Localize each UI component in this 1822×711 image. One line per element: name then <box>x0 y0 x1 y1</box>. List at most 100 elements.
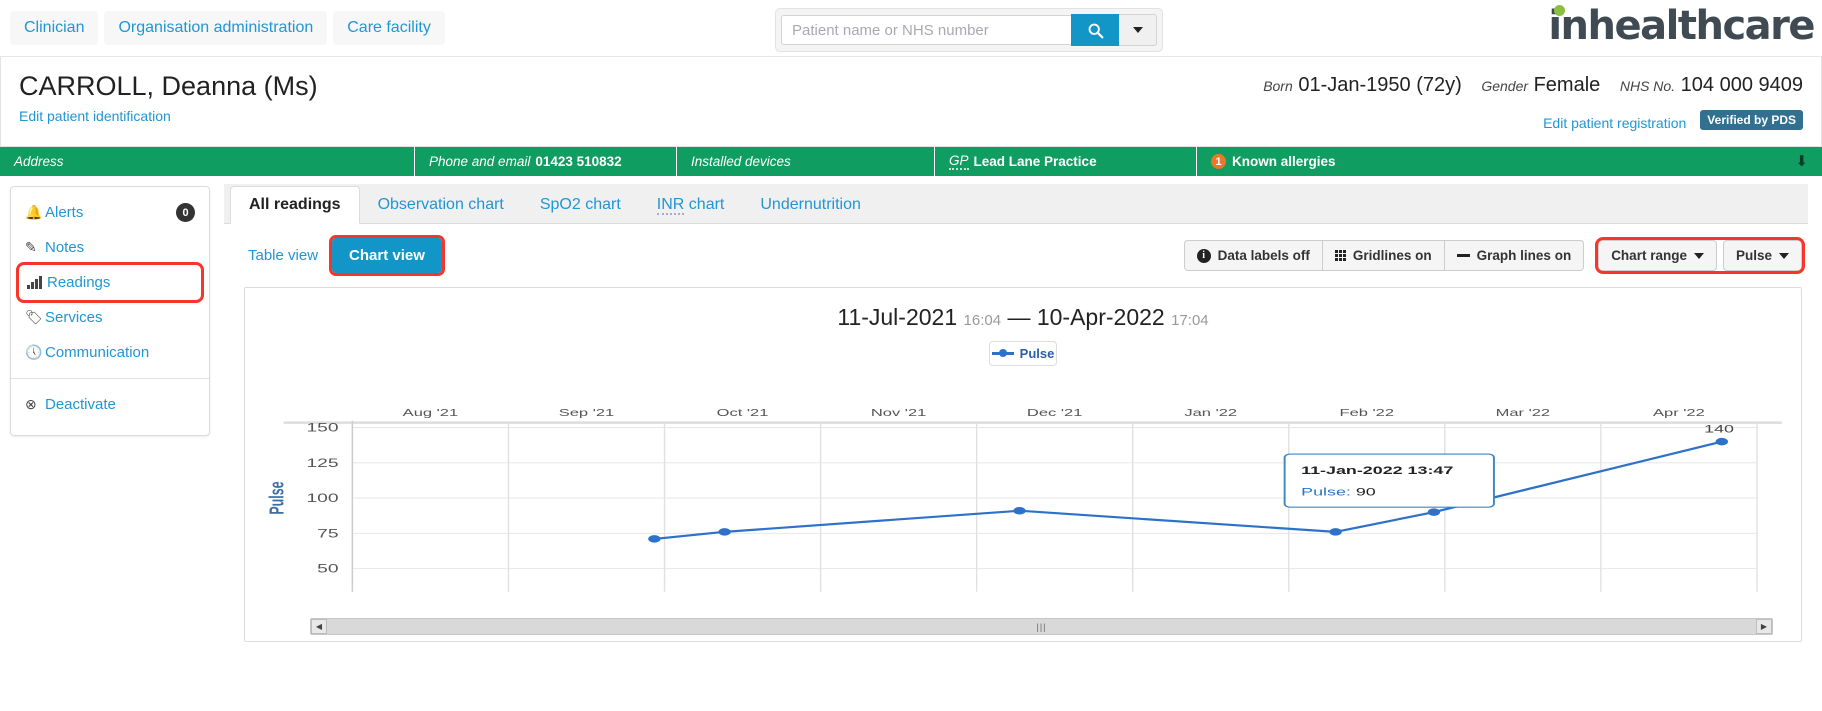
y-axis-tick-label: 150 <box>306 422 338 434</box>
chart-options: i Data labels off Gridlines on Graph lin… <box>1183 237 1805 274</box>
allergy-count-badge: 1 <box>1211 154 1226 169</box>
x-axis-tick-label: Feb '22 <box>1340 407 1395 418</box>
data-labels-toggle[interactable]: i Data labels off <box>1183 240 1323 271</box>
chart-view-button[interactable]: Chart view <box>329 235 445 276</box>
scroll-left-button[interactable]: ◀ <box>311 619 327 634</box>
x-axis-tick-label: Apr '22 <box>1653 407 1705 418</box>
expand-summary-icon[interactable]: ⬇ <box>1795 152 1808 170</box>
chart-title: 11-Jul-2021 16:04 — 10-Apr-2022 17:04 <box>245 288 1801 331</box>
chevron-down-icon <box>1693 252 1704 259</box>
gender-label: Gender <box>1481 78 1529 94</box>
sidebar-item-label: Services <box>45 309 103 326</box>
chart-start-time: 16:04 <box>963 312 1002 329</box>
sidebar-item-readings[interactable]: Readings <box>16 262 204 303</box>
data-labels-label: Data labels off <box>1217 248 1310 263</box>
gender-value: Female <box>1533 74 1601 96</box>
search-dropdown-button[interactable] <box>1119 14 1157 46</box>
sidebar-divider <box>11 378 209 379</box>
chart-range-dropdown[interactable]: Chart range <box>1598 240 1717 271</box>
nav-item-clinician[interactable]: Clinician <box>10 11 99 45</box>
summary-allergies[interactable]: 1 Known allergies <box>1197 147 1822 176</box>
gridlines-toggle[interactable]: Gridlines on <box>1321 240 1445 271</box>
tab-undernutrition[interactable]: Undernutrition <box>742 187 879 223</box>
chart-end-time: 17:04 <box>1171 312 1209 329</box>
x-axis-tick-label: Oct '21 <box>717 407 769 418</box>
edit-patient-registration-link[interactable]: Edit patient registration <box>1543 115 1686 131</box>
sidebar-item-label: Notes <box>45 239 85 256</box>
gp-value: Lead Lane Practice <box>973 154 1097 169</box>
tooltip-datetime: 11-Jan-2022 13:47 <box>1301 465 1453 477</box>
tab-spo2-chart[interactable]: SpO2 chart <box>522 187 639 223</box>
summary-installed-devices[interactable]: Installed devices <box>677 147 935 176</box>
data-point <box>1715 437 1729 446</box>
nav-item-care-facility[interactable]: Care facility <box>333 11 445 45</box>
x-axis-tick-label: Jan '22 <box>1184 407 1237 418</box>
info-icon: i <box>1196 248 1211 263</box>
chart-panel: 11-Jul-2021 16:04 — 10-Apr-2022 17:04 Pu… <box>244 287 1802 642</box>
x-axis-tick-label: Sep '21 <box>559 407 614 418</box>
gridlines-label: Gridlines on <box>1352 248 1432 263</box>
legend-marker-icon <box>991 349 1014 357</box>
bar-chart-icon <box>27 276 47 289</box>
series-label: Pulse <box>1735 248 1772 263</box>
clock-icon: 🕔 <box>25 344 43 360</box>
status-badge: Verified by PDS <box>1700 110 1803 130</box>
sidebar-item-communication[interactable]: 🕔 Communication <box>11 335 209 370</box>
chart-selectors: Chart range Pulse <box>1595 237 1805 274</box>
summary-gp[interactable]: GP Lead Lane Practice <box>935 147 1197 176</box>
sidebar-item-deactivate[interactable]: ⊗ Deactivate <box>11 387 209 422</box>
tab-all-readings[interactable]: All readings <box>230 186 360 224</box>
brand-logo: inhealthcare <box>1548 3 1815 49</box>
chart-legend-pulse[interactable]: Pulse <box>989 341 1057 366</box>
data-point <box>648 535 661 543</box>
address-label: Address <box>14 154 64 169</box>
y-axis-label: Pulse <box>265 481 288 514</box>
search-icon <box>1088 23 1103 38</box>
table-view-button[interactable]: Table view <box>244 241 322 270</box>
sidebar-item-label: Communication <box>45 344 150 361</box>
x-axis-tick-label: Nov '21 <box>871 407 926 418</box>
chevron-down-icon <box>1779 252 1789 259</box>
summary-address[interactable]: Address <box>0 147 415 176</box>
chart-end-date: 10-Apr-2022 <box>1036 304 1165 330</box>
sidebar-item-services[interactable]: 🏷 Services <box>11 300 209 335</box>
nhs-number-label: NHS No. <box>1619 78 1676 94</box>
search-button[interactable] <box>1071 14 1119 46</box>
y-axis-tick-label: 50 <box>317 563 339 575</box>
scroll-track[interactable]: ||| <box>327 619 1756 634</box>
patient-search <box>775 8 1163 52</box>
data-point-label: 140 <box>1704 424 1734 436</box>
summary-phone-email[interactable]: Phone and email 01423 510832 <box>415 147 677 176</box>
graph-lines-toggle[interactable]: Graph lines on <box>1443 240 1585 271</box>
y-axis-tick-label: 100 <box>306 493 338 505</box>
edit-note-icon: ✎ <box>25 239 37 255</box>
sidebar-item-label: Deactivate <box>45 396 116 413</box>
patient-summary-bar: Address Phone and email 01423 510832 Ins… <box>0 147 1822 176</box>
born-label: Born <box>1263 78 1293 94</box>
scroll-thumb-grip: ||| <box>1036 621 1047 632</box>
patient-header: CARROLL, Deanna (Ms) Edit patient identi… <box>0 57 1822 147</box>
scroll-right-button[interactable]: ▶ <box>1756 619 1772 634</box>
series-line <box>654 440 1723 540</box>
alerts-count-badge: 0 <box>176 203 195 222</box>
x-axis-tick-label: Mar '22 <box>1496 407 1551 418</box>
edit-patient-identification-link[interactable]: Edit patient identification <box>19 108 171 124</box>
tab-inr-chart[interactable]: INR chart <box>639 187 743 223</box>
sidebar-item-notes[interactable]: ✎ Notes <box>11 230 209 265</box>
chart-plot-area[interactable]: Aug '21 Sep '21 Oct '21 Nov '21 Dec '21 Jan '… <box>245 406 1801 605</box>
search-input[interactable] <box>781 15 1071 45</box>
y-axis-tick-label: 125 <box>306 457 338 469</box>
patient-sidebar: 🔔 Alerts 0 ✎ Notes Readings 🏷 Services 🕔… <box>10 186 210 436</box>
readings-tabbar: All readings Observation chart SpO2 char… <box>224 184 1808 224</box>
nav-item-organisation-administration[interactable]: Organisation administration <box>104 11 328 45</box>
data-point <box>1013 506 1026 515</box>
tab-observation-chart[interactable]: Observation chart <box>360 187 522 223</box>
data-point <box>1427 508 1441 516</box>
chart-tooltip: 11-Jan-2022 13:47 Pulse: 90 <box>1283 453 1495 508</box>
tooltip-value: Pulse: 90 <box>1301 487 1376 499</box>
series-dropdown[interactable]: Pulse <box>1722 240 1802 271</box>
gp-label: GP <box>949 153 969 170</box>
chart-horizontal-scrollbar[interactable]: ◀ ||| ▶ <box>310 618 1773 635</box>
brand-name: inhealthcare <box>1548 3 1815 49</box>
sidebar-item-alerts[interactable]: 🔔 Alerts 0 <box>11 195 209 230</box>
